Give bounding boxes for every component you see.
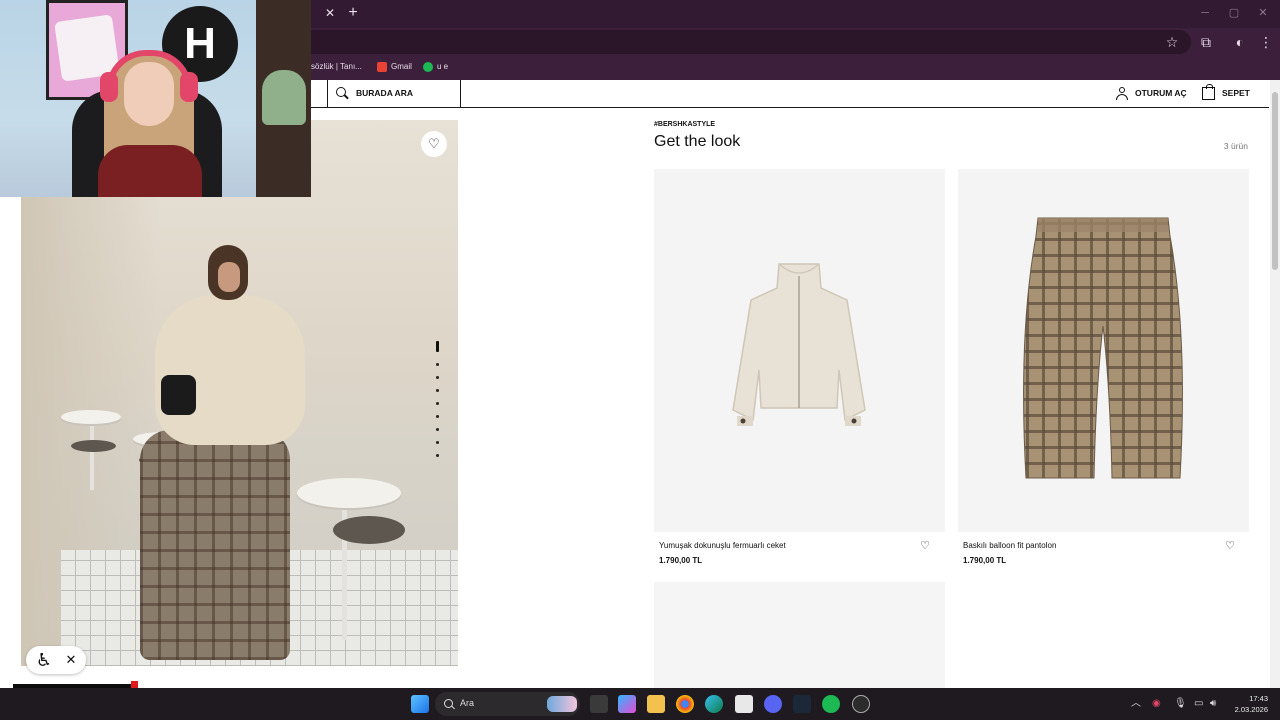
product-image-third[interactable]	[654, 582, 945, 688]
look-hashtag: #BERSHKASTYLE	[654, 121, 716, 128]
slide-indicator-dot[interactable]	[436, 363, 439, 366]
slide-indicator-dot[interactable]	[436, 454, 439, 457]
search-icon	[336, 87, 346, 97]
seat	[71, 440, 116, 452]
close-window-icon[interactable]: ✕	[1256, 6, 1270, 20]
live-indicator	[131, 681, 138, 688]
model-face	[218, 262, 240, 292]
chrome-icon[interactable]	[676, 695, 694, 713]
model-bag	[161, 375, 196, 415]
file-explorer-icon[interactable]	[647, 695, 665, 713]
slide-indicator-dot[interactable]	[436, 428, 439, 431]
streamer-shirt	[98, 145, 202, 197]
discord-icon[interactable]	[764, 695, 782, 713]
favorite-heart-icon[interactable]: ♡	[1224, 540, 1236, 552]
taskbar-clock[interactable]: 17:43 2.03.2026	[1222, 693, 1268, 715]
browser-menu-icon[interactable]: ⋮	[1257, 33, 1275, 51]
spotify-icon[interactable]	[822, 695, 840, 713]
search-highlight-art	[547, 696, 577, 712]
edge-icon[interactable]	[705, 695, 723, 713]
tray-overflow-icon[interactable]: ︿	[1131, 697, 1141, 711]
slide-indicator-active[interactable]	[436, 341, 439, 352]
webcam-overlay: H	[0, 0, 311, 197]
slide-indicator-dot[interactable]	[436, 415, 439, 418]
search-button[interactable]: BURADA ARA	[327, 80, 461, 107]
steam-icon[interactable]	[793, 695, 811, 713]
extensions-icon[interactable]: ⧉	[1197, 33, 1215, 51]
product-name[interactable]: Baskılı balloon fit pantolon	[963, 541, 1056, 550]
headphone-cup	[100, 72, 118, 102]
product-count: 3 ürün	[1223, 141, 1248, 151]
address-bar[interactable]	[311, 30, 1191, 54]
product-name[interactable]: Yumuşak dokunuşlu fermuarlı ceket	[659, 541, 786, 550]
product-price: 1.790,00 TL	[659, 556, 703, 565]
look-photo[interactable]	[21, 120, 458, 666]
taskbar-search-label: Ara	[460, 698, 475, 708]
seat	[333, 516, 405, 544]
task-view-icon[interactable]	[590, 695, 608, 713]
store-icon[interactable]	[735, 695, 753, 713]
taskbar-search[interactable]: Ara	[435, 692, 580, 716]
table-top	[61, 410, 121, 424]
favorite-heart-icon[interactable]: ♡	[919, 540, 931, 552]
minimize-icon[interactable]: ─	[1198, 6, 1212, 20]
pants-illustration	[1023, 217, 1183, 479]
slide-indicator-dot[interactable]	[436, 376, 439, 379]
search-icon	[444, 699, 453, 708]
bookmark-star-icon[interactable]: ☆	[1163, 33, 1181, 51]
obs-icon[interactable]	[852, 695, 870, 713]
table-top	[297, 478, 401, 508]
search-label: BURADA ARA	[356, 88, 413, 98]
headphone-cup	[180, 72, 198, 102]
maximize-icon[interactable]: ▢	[1227, 6, 1241, 20]
slide-indicator-dot[interactable]	[436, 441, 439, 444]
clock-date: 2.03.2026	[1234, 705, 1268, 714]
microphone-icon[interactable]: 🎙︎	[1174, 697, 1187, 711]
slide-indicator-dot[interactable]	[436, 389, 439, 392]
close-icon[interactable]: ✕	[64, 652, 78, 668]
clock-time: 17:43	[1249, 694, 1268, 703]
windows-start-icon[interactable]	[411, 695, 429, 713]
copilot-icon[interactable]	[618, 695, 636, 713]
profile-avatar-icon[interactable]: ◐	[1231, 33, 1249, 51]
login-link[interactable]: OTURUM AÇ	[1135, 88, 1187, 98]
user-icon[interactable]	[1116, 87, 1128, 100]
green-dot-icon	[423, 61, 433, 72]
jacket-illustration	[732, 263, 866, 426]
accessibility-icon[interactable]: ♿︎	[33, 648, 55, 672]
model-plaid-pants	[140, 430, 290, 660]
new-tab-icon[interactable]: +	[345, 4, 361, 22]
cart-link[interactable]: SEPET	[1222, 88, 1250, 98]
look-title: Get the look	[654, 133, 741, 150]
bookmark-ue[interactable]: u e	[423, 60, 448, 74]
model-fleece-jacket	[155, 295, 305, 445]
product-price: 1.790,00 TL	[963, 556, 1007, 565]
volume-icon[interactable]: 🔊︎	[1210, 697, 1216, 711]
table-leg	[90, 420, 94, 490]
bookmark-sozluk[interactable]: sözlük | Tanı...	[311, 60, 362, 74]
slide-indicator-dot[interactable]	[436, 402, 439, 405]
photo-favorite-heart-icon[interactable]: ♡	[421, 131, 447, 157]
scrollbar-thumb[interactable]	[1272, 92, 1278, 270]
bookmark-gmail[interactable]: Gmail	[377, 60, 412, 74]
shelf-figure	[262, 70, 306, 125]
windows-taskbar	[0, 688, 1280, 720]
tray-app-icon[interactable]: ◉	[1152, 697, 1161, 711]
gmail-icon	[377, 61, 387, 72]
tab-close-icon[interactable]: ✕	[323, 6, 337, 20]
network-icon[interactable]: ▭	[1194, 697, 1203, 711]
cart-icon[interactable]	[1202, 84, 1215, 100]
